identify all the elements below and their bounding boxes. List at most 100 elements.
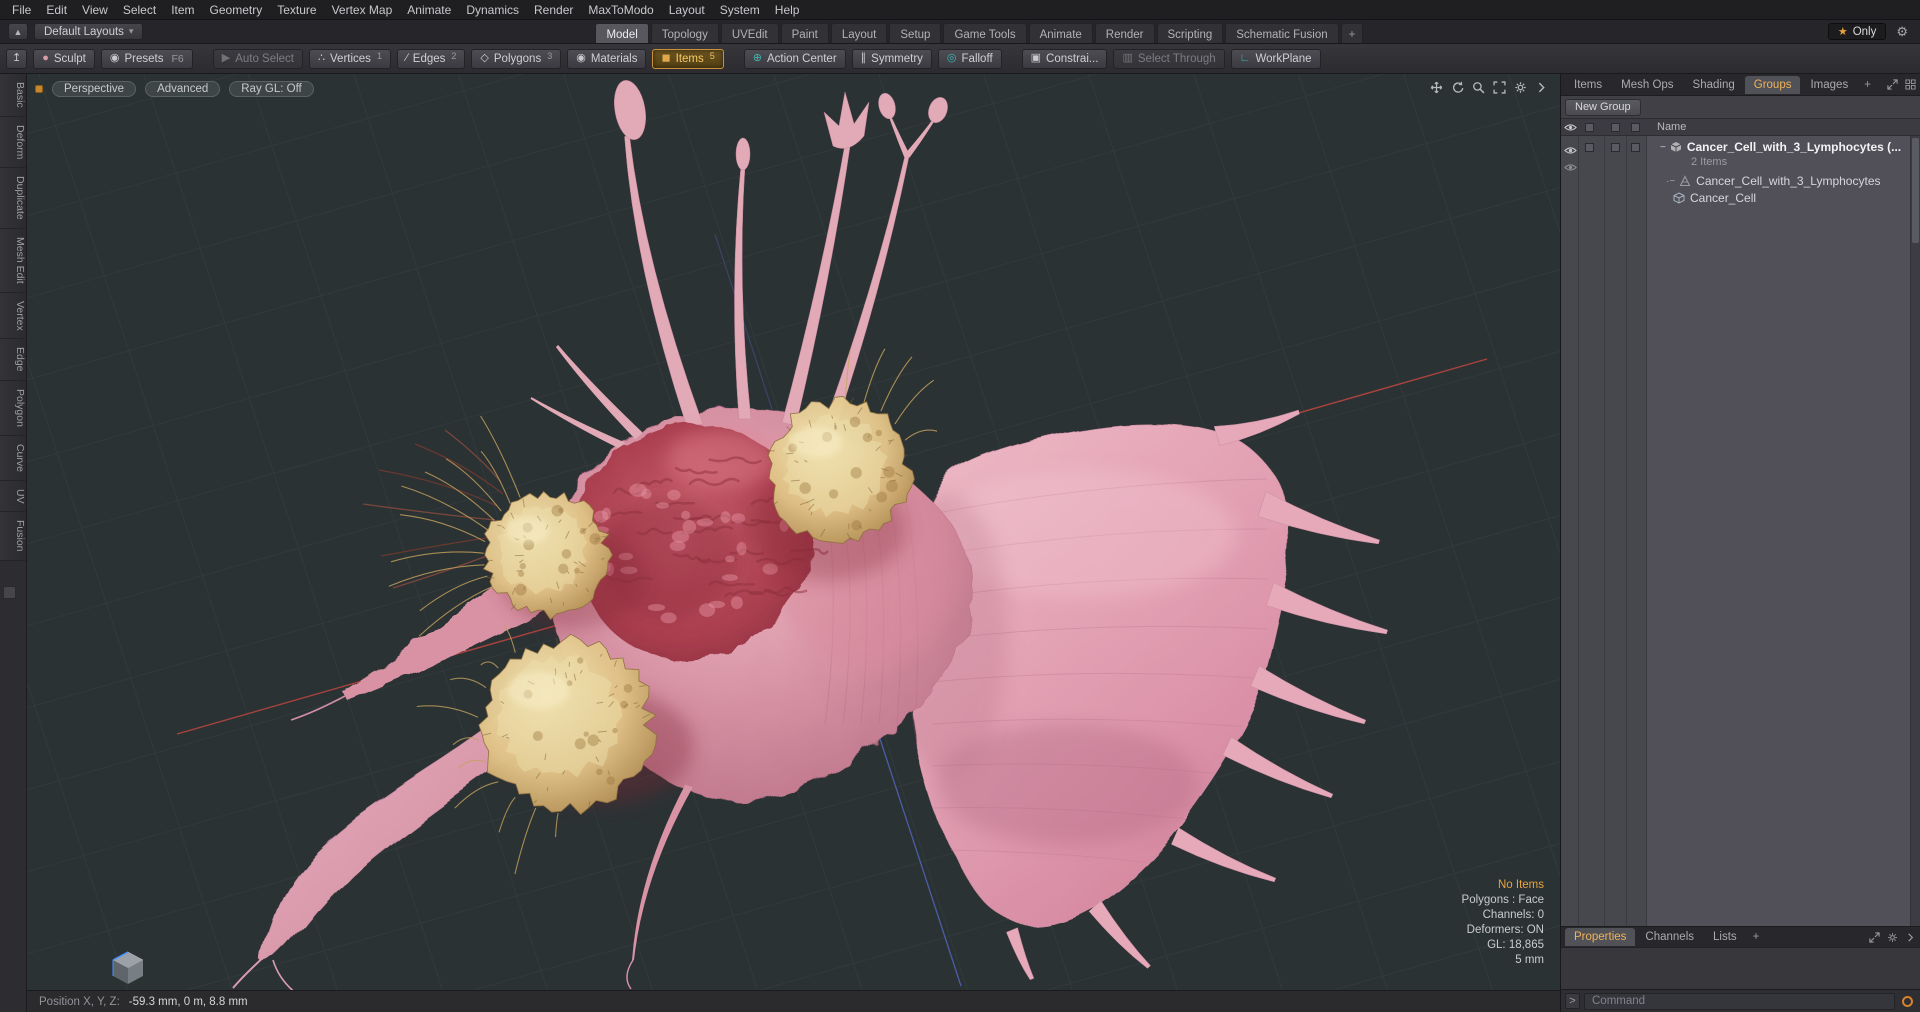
tree-scrollbar[interactable] bbox=[1910, 136, 1920, 926]
collapse-icon[interactable]: − bbox=[1660, 142, 1666, 153]
sidebar-tab-fusion[interactable]: Fusion bbox=[0, 512, 26, 561]
child-visibility-eye-icon[interactable] bbox=[1564, 159, 1577, 177]
panel-expand-icon[interactable] bbox=[1887, 79, 1898, 90]
menu-vertex-map[interactable]: Vertex Map bbox=[332, 3, 393, 17]
layout-home-button[interactable]: ▲ bbox=[8, 23, 28, 40]
ray-gl-button[interactable]: Ray GL: Off bbox=[229, 81, 314, 97]
perspective-button[interactable]: Perspective bbox=[52, 81, 137, 97]
sidebar-tab-deform[interactable]: Deform bbox=[0, 116, 26, 169]
add-property-tab-button[interactable]: + bbox=[1747, 928, 1766, 946]
group-visibility-eye-icon[interactable] bbox=[1564, 142, 1577, 160]
tab-paint[interactable]: Paint bbox=[780, 23, 829, 43]
pan-icon[interactable] bbox=[1430, 81, 1443, 94]
vertices-button[interactable]: ∴ Vertices 1 bbox=[309, 48, 391, 69]
menu-geometry[interactable]: Geometry bbox=[210, 3, 263, 17]
visibility-column-eye-icon[interactable] bbox=[1564, 123, 1577, 135]
advanced-shading-button[interactable]: Advanced bbox=[145, 81, 221, 97]
tree-row-group[interactable]: − Cancer_Cell_with_3_Lymphocytes (... bbox=[1660, 139, 1901, 155]
menu-edit[interactable]: Edit bbox=[46, 3, 67, 17]
tab-items[interactable]: Items bbox=[1565, 76, 1611, 94]
command-status-icon[interactable] bbox=[1902, 995, 1913, 1007]
action-center-button[interactable]: ⊕ Action Center bbox=[743, 48, 846, 69]
tree-row-child-locator[interactable]: ·− Cancer_Cell_with_3_Lymphocytes bbox=[1666, 173, 1881, 189]
tab-topology[interactable]: Topology bbox=[650, 23, 719, 43]
tab-lists[interactable]: Lists bbox=[1704, 928, 1746, 946]
viewport-menu-thumb[interactable] bbox=[35, 85, 43, 93]
add-list-tab-button[interactable]: + bbox=[1858, 76, 1877, 94]
items-button[interactable]: ◼ Items 5 bbox=[652, 48, 724, 69]
fit-view-icon[interactable] bbox=[1493, 81, 1506, 94]
edges-button[interactable]: ∕ Edges 2 bbox=[396, 48, 466, 69]
default-layouts-button[interactable]: Default Layouts ▾ bbox=[34, 23, 144, 40]
menu-dynamics[interactable]: Dynamics bbox=[466, 3, 519, 17]
group-toggle-b[interactable] bbox=[1631, 143, 1640, 152]
add-layout-tab-button[interactable]: + bbox=[1340, 23, 1364, 43]
menu-view[interactable]: View bbox=[82, 3, 108, 17]
command-prompt[interactable]: > bbox=[1565, 993, 1580, 1009]
viewport-options-chevron-icon[interactable] bbox=[1535, 81, 1548, 94]
tab-uvedit[interactable]: UVEdit bbox=[720, 23, 779, 43]
polygons-button[interactable]: ◇ Polygons 3 bbox=[471, 48, 562, 69]
auto-select-button[interactable]: ▶ Auto Select bbox=[212, 48, 304, 69]
properties-expand-icon[interactable] bbox=[1869, 931, 1880, 943]
sidebar-tab-duplicate[interactable]: Duplicate bbox=[0, 168, 26, 229]
sidebar-tab-basic[interactable]: Basic bbox=[0, 74, 26, 117]
presets-button[interactable]: ◉ Presets F6 bbox=[100, 48, 193, 69]
menu-file[interactable]: File bbox=[12, 3, 31, 17]
group-toggle-a[interactable] bbox=[1611, 143, 1620, 152]
constraints-button[interactable]: ▣ Constrai... bbox=[1021, 48, 1108, 69]
sidebar-tab-curve[interactable]: Curve bbox=[0, 435, 26, 481]
panel-thumbnails-icon[interactable] bbox=[1905, 79, 1916, 90]
menu-layout[interactable]: Layout bbox=[669, 3, 705, 17]
workplane-button[interactable]: ∟ WorkPlane bbox=[1230, 48, 1321, 69]
tab-layout[interactable]: Layout bbox=[830, 23, 888, 43]
menu-maxtomodo[interactable]: MaxToModo bbox=[588, 3, 653, 17]
sidebar-tab-mesh-edit[interactable]: Mesh Edit bbox=[0, 228, 26, 293]
sidebar-tab-uv[interactable]: UV bbox=[0, 480, 26, 513]
select-through-button[interactable]: ▥ Select Through bbox=[1113, 48, 1225, 69]
command-input[interactable] bbox=[1584, 992, 1895, 1010]
tab-model[interactable]: Model bbox=[595, 23, 649, 43]
group-render-toggle[interactable] bbox=[1585, 143, 1594, 152]
tab-game-tools[interactable]: Game Tools bbox=[943, 23, 1027, 43]
tab-channels[interactable]: Channels bbox=[1636, 928, 1703, 946]
menu-help[interactable]: Help bbox=[775, 3, 800, 17]
viewport-gear-icon[interactable] bbox=[1514, 81, 1527, 94]
menu-render[interactable]: Render bbox=[534, 3, 573, 17]
tab-scripting[interactable]: Scripting bbox=[1156, 23, 1224, 43]
tab-setup[interactable]: Setup bbox=[889, 23, 942, 43]
tab-shading[interactable]: Shading bbox=[1684, 76, 1744, 94]
viewport-canvas[interactable] bbox=[27, 74, 1560, 990]
settings-gear-icon[interactable]: ⚙ bbox=[1896, 24, 1908, 40]
menu-animate[interactable]: Animate bbox=[407, 3, 451, 17]
column-togg3le-b[interactable] bbox=[1631, 123, 1640, 132]
zoom-icon[interactable] bbox=[1472, 81, 1485, 94]
tool-handle-button[interactable]: ↥ bbox=[6, 48, 28, 69]
group-tree[interactable]: − Cancer_Cell_with_3_Lymphocytes (... 2 … bbox=[1561, 136, 1920, 926]
sidebar-tab-edge[interactable]: Edge bbox=[0, 339, 26, 381]
menu-system[interactable]: System bbox=[720, 3, 760, 17]
tab-mesh-ops[interactable]: Mesh Ops bbox=[1612, 76, 1682, 94]
rotate-icon[interactable] bbox=[1451, 81, 1464, 94]
symmetry-button[interactable]: ∥ Symmetry bbox=[851, 48, 932, 69]
name-column-header[interactable]: Name bbox=[1657, 121, 1686, 133]
tab-properties[interactable]: Properties bbox=[1565, 928, 1636, 946]
properties-chevron-icon[interactable] bbox=[1905, 932, 1916, 943]
sidebar-tab-polygon[interactable]: Polygon bbox=[0, 380, 26, 436]
tab-schematic-fusion[interactable]: Schematic Fusion bbox=[1225, 23, 1339, 43]
menu-item[interactable]: Item bbox=[171, 3, 194, 17]
menu-texture[interactable]: Texture bbox=[277, 3, 316, 17]
falloff-button[interactable]: ◎ Falloff bbox=[937, 48, 1002, 69]
tab-animate[interactable]: Animate bbox=[1028, 23, 1093, 43]
tree-row-child-mesh[interactable]: Cancer_Cell bbox=[1673, 190, 1756, 206]
column-toggle-a[interactable] bbox=[1611, 123, 1620, 132]
sidebar-drag-handle[interactable] bbox=[3, 586, 16, 599]
new-group-button[interactable]: New Group bbox=[1565, 98, 1641, 116]
tree-scrollbar-thumb[interactable] bbox=[1912, 138, 1919, 243]
render-column-icon[interactable] bbox=[1585, 123, 1594, 132]
tab-render[interactable]: Render bbox=[1094, 23, 1155, 43]
materials-button[interactable]: ◉ Materials bbox=[567, 48, 647, 69]
tab-groups[interactable]: Groups bbox=[1744, 75, 1801, 94]
sculpt-button[interactable]: ● Sculpt bbox=[33, 48, 95, 69]
menu-select[interactable]: Select bbox=[123, 3, 156, 17]
